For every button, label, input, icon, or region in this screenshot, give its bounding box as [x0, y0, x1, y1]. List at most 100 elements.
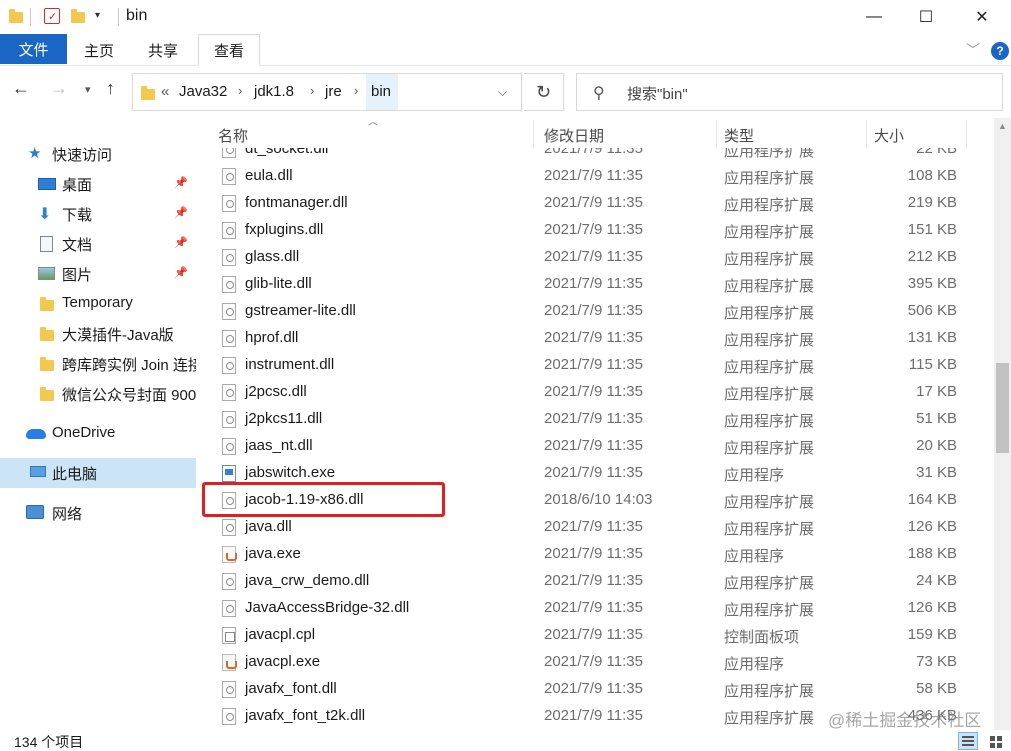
file-size: 395 KB	[907, 275, 957, 292]
recent-locations-icon[interactable]: ▾	[85, 83, 91, 96]
file-name: fontmanager.dll	[245, 194, 348, 211]
chevron-down-icon[interactable]: ﹀	[966, 40, 980, 60]
up-arrow-icon[interactable]: ↑	[106, 78, 115, 99]
chevron-right-icon[interactable]: ›	[310, 83, 314, 98]
chevron-right-icon[interactable]: ›	[238, 83, 242, 98]
file-row[interactable]: dt_socket.dll 2021/7/9 11:35 应用程序扩展 22 KB	[196, 148, 994, 163]
file-type: 应用程序扩展	[724, 602, 815, 619]
properties-icon[interactable]: ✓	[44, 8, 60, 24]
file-name: eula.dll	[245, 167, 293, 184]
dll-file-icon	[222, 411, 236, 428]
nav-item-dm-plugin[interactable]: 大漠插件-Java版	[0, 319, 196, 349]
pin-icon[interactable]: 📌	[174, 176, 188, 189]
chevron-right-icon[interactable]: ›	[354, 83, 358, 98]
details-view-icon[interactable]	[958, 732, 978, 750]
file-row[interactable]: hprof.dll 2021/7/9 11:35 应用程序扩展 131 KB	[196, 325, 994, 352]
file-row[interactable]: fontmanager.dll 2021/7/9 11:35 应用程序扩展 219 K…	[196, 190, 994, 217]
file-row[interactable]: jaas_nt.dll 2021/7/9 11:35 应用程序扩展 20 KB	[196, 433, 994, 460]
forward-arrow-icon[interactable]: →	[50, 78, 68, 99]
file-row[interactable]: j2pkcs11.dll 2021/7/9 11:35 应用程序扩展 51 KB	[196, 406, 994, 433]
pin-icon[interactable]: 📌	[174, 266, 188, 279]
tab-file[interactable]: 文件	[0, 34, 67, 64]
customize-toolbar-icon[interactable]: ▾	[95, 10, 111, 26]
search-box[interactable]: ⚲ 搜索"bin"	[576, 73, 1003, 111]
breadcrumb-jre[interactable]: jre	[325, 83, 342, 100]
folder-icon	[40, 356, 56, 372]
file-row[interactable]: glass.dll 2021/7/9 11:35 应用程序扩展 212 KB	[196, 244, 994, 271]
nav-item-pictures[interactable]: 图片 📌	[0, 259, 196, 289]
column-divider[interactable]	[716, 120, 717, 148]
column-header-size[interactable]: 大小	[874, 118, 964, 148]
chevron-down-icon[interactable]: ⌵	[498, 85, 507, 100]
file-row[interactable]: java_crw_demo.dll 2021/7/9 11:35 应用程序扩展 24 …	[196, 568, 994, 595]
file-row[interactable]: instrument.dll 2021/7/9 11:35 应用程序扩展 115 KB	[196, 352, 994, 379]
address-bar[interactable]: « Java32 › jdk1.8 › jre › bin ⌵	[132, 73, 522, 111]
file-row[interactable]: JavaAccessBridge-32.dll 2021/7/9 11:35 应用程…	[196, 595, 994, 622]
nav-item-desktop[interactable]: 桌面 📌	[0, 169, 196, 199]
dll-file-icon	[222, 384, 236, 401]
refresh-button[interactable]: ↻	[524, 73, 564, 111]
column-divider[interactable]	[966, 120, 967, 148]
ribbon: 文件 主页 共享 查看 ﹀ ?	[0, 34, 1011, 66]
column-divider[interactable]	[533, 120, 534, 148]
large-icons-view-icon[interactable]	[986, 732, 1006, 750]
file-row[interactable]: fxplugins.dll 2021/7/9 11:35 应用程序扩展 151 KB	[196, 217, 994, 244]
nav-item-wechat-cover[interactable]: 微信公众号封面 900	[0, 379, 196, 409]
close-button[interactable]: ✕	[958, 0, 1006, 34]
file-row[interactable]: javafx_font.dll 2021/7/9 11:35 应用程序扩展 58 KB	[196, 676, 994, 703]
scrollbar-thumb[interactable]	[996, 363, 1009, 453]
cloud-icon	[26, 429, 46, 439]
file-row[interactable]: j2pcsc.dll 2021/7/9 11:35 应用程序扩展 17 KB	[196, 379, 994, 406]
scroll-up-icon[interactable]: ▲	[998, 121, 1007, 131]
help-icon[interactable]: ?	[991, 42, 1009, 60]
file-date: 2021/7/9 11:35	[544, 221, 643, 238]
breadcrumb-java32[interactable]: Java32	[179, 83, 227, 100]
column-header-name[interactable]: 名称	[218, 118, 518, 148]
column-header-type[interactable]: 类型	[724, 118, 864, 148]
minimize-button[interactable]: —	[850, 0, 898, 34]
nav-network[interactable]: 网络	[0, 498, 196, 528]
dll-file-icon	[222, 276, 236, 293]
nav-label: 快速访问	[52, 147, 113, 164]
vertical-scrollbar[interactable]: ▲	[994, 118, 1011, 730]
maximize-button[interactable]: ☐	[902, 0, 950, 34]
breadcrumb-overflow[interactable]: «	[161, 83, 169, 100]
file-row[interactable]: glib-lite.dll 2021/7/9 11:35 应用程序扩展 395 KB	[196, 271, 994, 298]
folder-icon	[40, 386, 56, 402]
back-arrow-icon[interactable]: ←	[12, 78, 30, 99]
nav-this-pc[interactable]: 此电脑	[0, 458, 196, 488]
tab-share[interactable]: 共享	[134, 34, 192, 66]
file-date: 2021/7/9 11:35	[544, 148, 643, 157]
file-type: 应用程序	[724, 548, 785, 565]
file-row[interactable]: javacpl.cpl 2021/7/9 11:35 控制面板项 159 KB	[196, 622, 994, 649]
pin-icon[interactable]: 📌	[174, 236, 188, 249]
watermark: @稀土掘金技术社区	[828, 711, 982, 730]
nav-item-documents[interactable]: 文档 📌	[0, 229, 196, 259]
nav-item-downloads[interactable]: ⬇ 下载 📌	[0, 199, 196, 229]
nav-quick-access[interactable]: ★ 快速访问	[0, 139, 196, 169]
breadcrumb-bin[interactable]: bin	[371, 83, 391, 100]
pin-icon[interactable]: 📌	[174, 206, 188, 219]
nav-item-temporary[interactable]: Temporary	[0, 289, 196, 319]
file-date: 2021/7/9 11:35	[544, 707, 643, 724]
file-row[interactable]: gstreamer-lite.dll 2021/7/9 11:35 应用程序扩展 50…	[196, 298, 994, 325]
folder-icon	[40, 296, 56, 312]
nav-onedrive[interactable]: OneDrive	[0, 419, 196, 449]
file-row[interactable]: java.dll 2021/7/9 11:35 应用程序扩展 126 KB	[196, 514, 994, 541]
file-size: 126 KB	[907, 599, 957, 616]
file-row[interactable]: javacpl.exe 2021/7/9 11:35 应用程序 73 KB	[196, 649, 994, 676]
column-header-date[interactable]: 修改日期	[544, 118, 714, 148]
nav-item-cross-db-join[interactable]: 跨库跨实例 Join 连接	[0, 349, 196, 379]
file-type: 控制面板项	[724, 629, 800, 646]
file-type: 应用程序扩展	[724, 278, 815, 295]
new-folder-icon[interactable]	[70, 8, 86, 24]
tab-home[interactable]: 主页	[70, 34, 128, 66]
column-divider[interactable]	[866, 120, 867, 148]
breadcrumb-jdk[interactable]: jdk1.8	[254, 83, 294, 100]
dll-file-icon	[222, 249, 236, 266]
search-input[interactable]: 搜索"bin"	[627, 83, 688, 104]
window-title: bin	[126, 7, 148, 24]
file-row[interactable]: eula.dll 2021/7/9 11:35 应用程序扩展 108 KB	[196, 163, 994, 190]
tab-view[interactable]: 查看	[198, 34, 260, 66]
file-row[interactable]: java.exe 2021/7/9 11:35 应用程序 188 KB	[196, 541, 994, 568]
